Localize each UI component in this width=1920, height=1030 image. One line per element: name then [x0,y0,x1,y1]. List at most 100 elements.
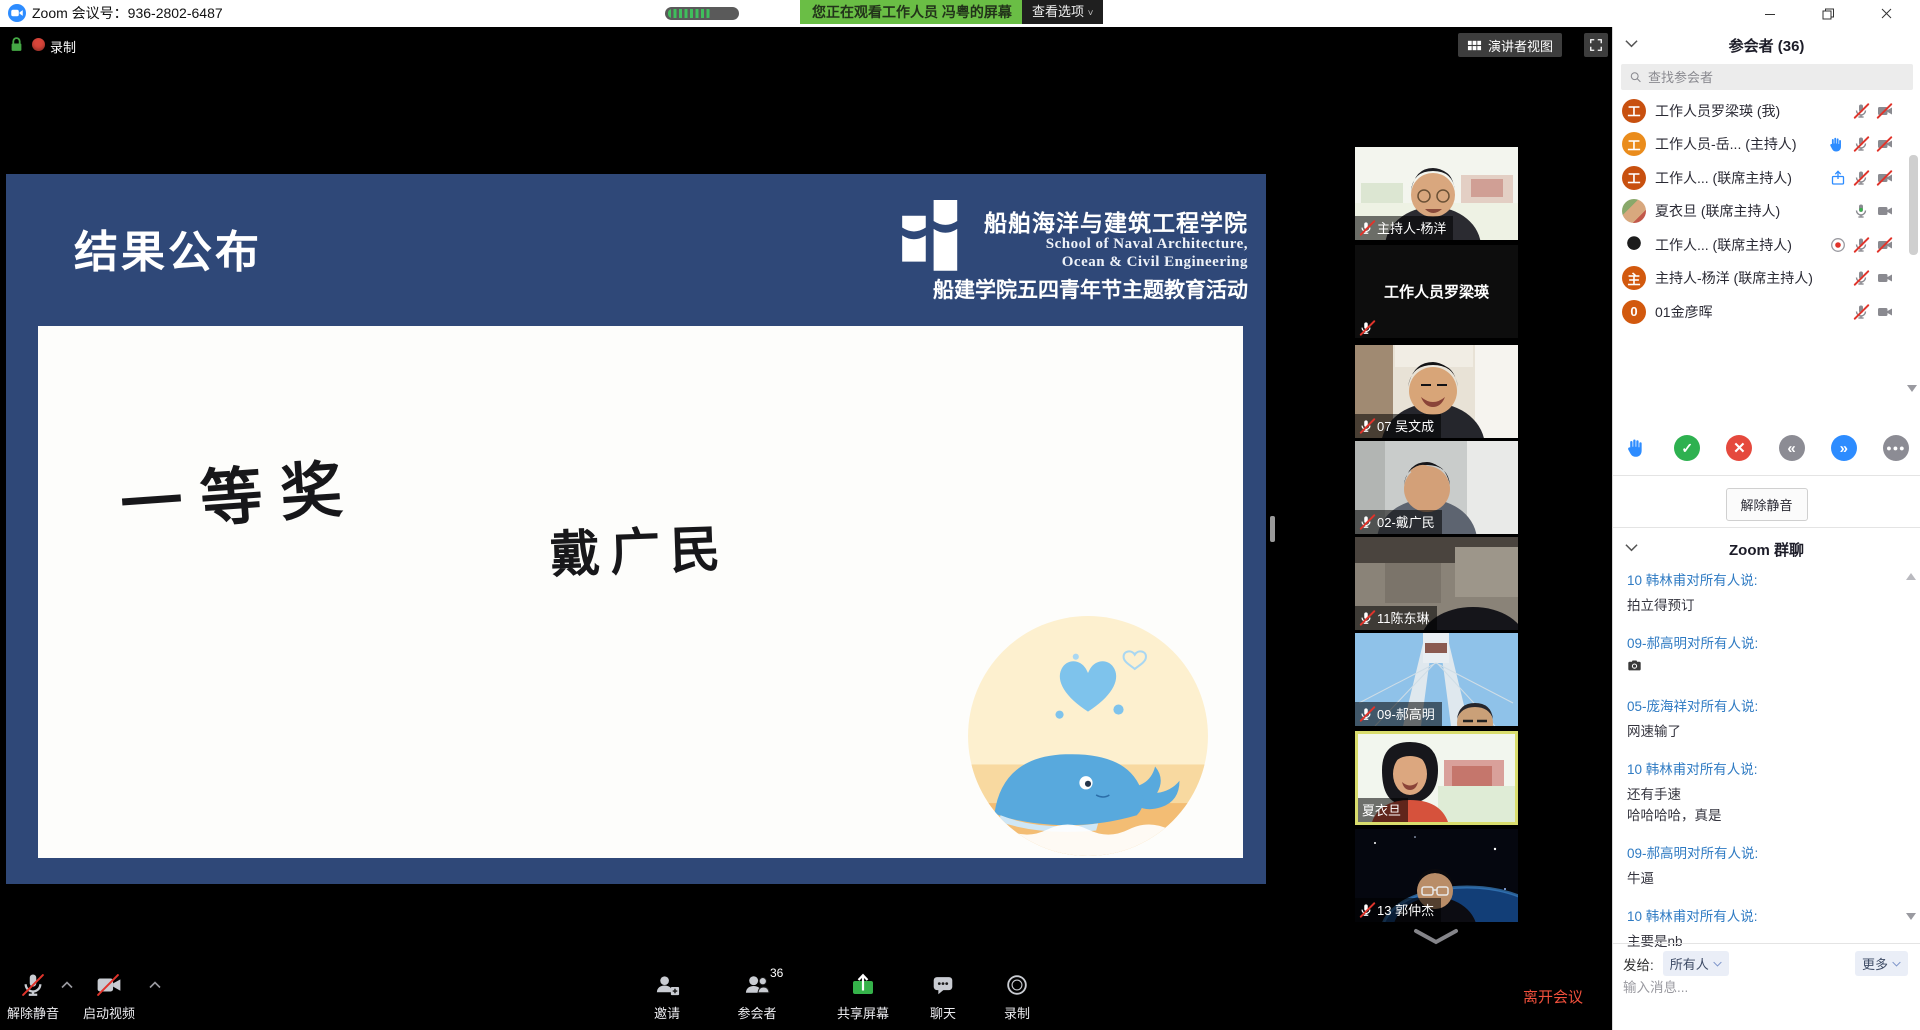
camera-muted-icon [1876,136,1894,152]
speaker-view-button[interactable]: 演讲者视图 [1458,33,1562,57]
participant-name: 工作人员罗梁瑛 (我) [1655,101,1844,121]
close-icon [1880,7,1893,20]
chat-button[interactable]: 聊天 [908,971,978,1022]
chat-message: 09-郝高明对所有人说: [1627,632,1898,679]
invite-label: 邀请 [654,1003,680,1022]
close-button[interactable] [1866,0,1906,27]
slide-content-card: 一等奖 戴广民 [38,326,1243,858]
more-feedback-button[interactable]: ●●● [1883,435,1909,461]
grid-view-icon [1467,38,1482,53]
invite-button[interactable]: 邀请 [632,971,702,1022]
participant-name: 工作人... (联席主持人) [1655,168,1821,188]
participants-button[interactable]: 36 参会者 [722,971,792,1022]
chat-message-input[interactable] [1623,980,1910,995]
participants-panel-title: 参会者 (36) [1613,35,1920,56]
participant-row[interactable]: 工 工作人员罗梁瑛 (我) [1613,94,1920,128]
video-thumbnail[interactable]: 工作人员罗梁瑛 [1355,245,1518,338]
video-options-caret[interactable] [148,980,162,990]
video-thumbnail[interactable]: 11陈东琳 [1355,537,1518,630]
participant-name: 夏衣旦 [1362,800,1401,819]
divider [1613,943,1920,944]
video-thumbnail[interactable]: 09-郝高明 [1355,633,1518,726]
fullscreen-icon [1589,38,1603,52]
search-input[interactable] [1648,70,1905,85]
award-level-text: 一等奖 [117,438,363,545]
message-sender: 09-郝高明对所有人说: [1627,842,1898,862]
chat-scroll-down-arrow[interactable] [1906,913,1916,920]
mic-muted-icon [1359,611,1373,625]
school-name-en-1: School of Naval Architecture, [1046,236,1248,253]
chat-input-area [1623,979,1910,997]
send-to-selector[interactable]: 所有人 [1663,951,1729,976]
record-button[interactable]: 录制 [982,971,1052,1022]
message-text: 牛逼 [1627,868,1898,889]
send-to-label: 发给: [1623,954,1654,974]
mic-muted-icon [1853,237,1869,253]
raise-hand-button[interactable] [1624,436,1648,460]
restore-button[interactable] [1808,0,1848,27]
participant-name: 09-郝高明 [1377,704,1435,723]
chat-scroll-up-arrow[interactable] [1906,573,1916,580]
participant-row[interactable]: 工 工作人... (联席主持人) [1613,161,1920,195]
restore-icon [1821,7,1835,21]
thumbnail-name-label [1355,319,1380,338]
fullscreen-button[interactable] [1584,33,1608,57]
message-sender: 09-郝高明对所有人说: [1627,632,1898,652]
mic-muted-icon [1359,221,1373,235]
recording-participant-icon [1830,237,1846,253]
video-thumbnail[interactable]: 主持人-杨洋 [1355,147,1518,240]
participant-row[interactable]: 夏衣旦 (联席主持人) [1613,195,1920,229]
message-text: 主要是nb [1627,931,1898,952]
unmute-button[interactable]: 解除静音 [0,971,66,1022]
whale-illustration [966,614,1210,858]
participant-name: 主持人-杨洋 [1377,218,1446,237]
mic-muted-icon [1359,707,1373,721]
share-screen-label: 共享屏幕 [837,1003,889,1022]
share-screen-button[interactable]: 共享屏幕 [828,971,898,1022]
go-slower-button[interactable]: « [1779,435,1805,461]
unmute-me-button[interactable]: 解除静音 [1725,488,1807,521]
mic-muted-icon [1359,903,1373,917]
start-video-label: 启动视频 [83,1003,135,1022]
school-name-cn: 船舶海洋与建筑工程学院 [984,204,1248,238]
raised-hand-icon [1827,135,1846,154]
school-name-en-2: Ocean & Civil Engineering [1062,254,1248,271]
scroll-down-arrow[interactable] [1907,385,1917,392]
chat-message-list: 10 韩林甫对所有人说: 拍立得预订 09-郝高明对所有人说: 05-庞海祥对所… [1627,569,1898,968]
more-chat-options[interactable]: 更多 [1855,951,1908,976]
avatar-photo [1622,233,1646,257]
participant-row[interactable]: 0 01金彦晖 [1613,295,1920,329]
go-faster-button[interactable]: » [1831,435,1857,461]
shared-screen-scrollbar[interactable] [1270,516,1275,542]
thumbnail-name-label: 夏衣旦 [1358,798,1408,822]
participant-row[interactable]: 工 工作人员-岳... (主持人) [1613,128,1920,162]
mic-muted-icon [1359,419,1373,433]
audio-level-meter [665,7,739,20]
minimize-button[interactable] [1750,0,1790,27]
more-thumbnails-chevron[interactable] [1410,928,1462,946]
video-thumbnail[interactable]: 13 郭仲杰 [1355,829,1518,922]
chat-bubble-icon [930,971,956,999]
avatar: 0 [1622,300,1646,324]
video-thumbnail[interactable]: 07 吴文成 [1355,345,1518,438]
participant-row[interactable]: 主 主持人-杨洋 (联席主持人) [1613,262,1920,296]
thumbnail-name-label: 主持人-杨洋 [1355,216,1453,240]
side-panel: 参会者 (36) 工 工作人员罗梁瑛 (我) 工 工作人员-岳... (主持人) [1612,27,1920,1030]
divider [1613,527,1920,528]
leave-meeting-button[interactable]: 离开会议 [1523,986,1583,1007]
view-options-button[interactable]: 查看选项 ˅ [1022,0,1103,24]
video-thumbnail[interactable]: 02-戴广民 [1355,441,1518,534]
no-cross-button[interactable]: ✕ [1726,435,1752,461]
unmute-label: 解除静音 [7,1003,59,1022]
participant-search-box[interactable] [1621,64,1913,90]
participant-row[interactable]: 工作人... (联席主持人) [1613,228,1920,262]
search-icon [1629,70,1642,84]
invite-icon [654,971,681,999]
video-thumbnail-active-speaker[interactable]: 夏衣旦 [1355,731,1518,825]
mic-muted-icon [1359,321,1373,335]
participant-list-scrollbar[interactable] [1909,155,1918,255]
start-video-button[interactable]: 启动视频 [76,971,142,1022]
mic-options-caret[interactable] [60,980,74,990]
event-name: 船建学院五四青年节主题教育活动 [933,274,1248,304]
yes-check-button[interactable]: ✓ [1674,435,1700,461]
